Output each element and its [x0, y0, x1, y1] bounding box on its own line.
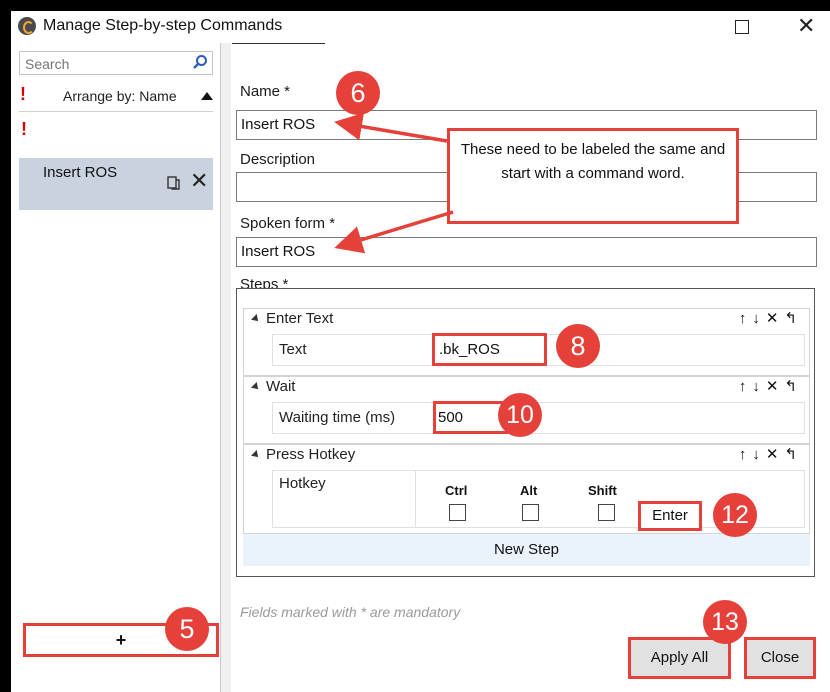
annotation-arrows	[334, 112, 454, 254]
annotation-badge-8: 8	[556, 324, 600, 368]
arrow-to-name	[334, 112, 448, 143]
annotation-badge-13: 13	[703, 600, 747, 644]
arrow-to-spoken-form	[334, 210, 454, 254]
annotation-badge-12: 12	[713, 493, 757, 537]
annotation-badge-10: 10	[498, 393, 542, 437]
annotation-badge-5: 5	[165, 607, 209, 651]
dialog-window: Manage Step-by-step Commands ✕ ! Arrange…	[11, 11, 830, 692]
annotation-badge-6: 6	[336, 71, 380, 115]
